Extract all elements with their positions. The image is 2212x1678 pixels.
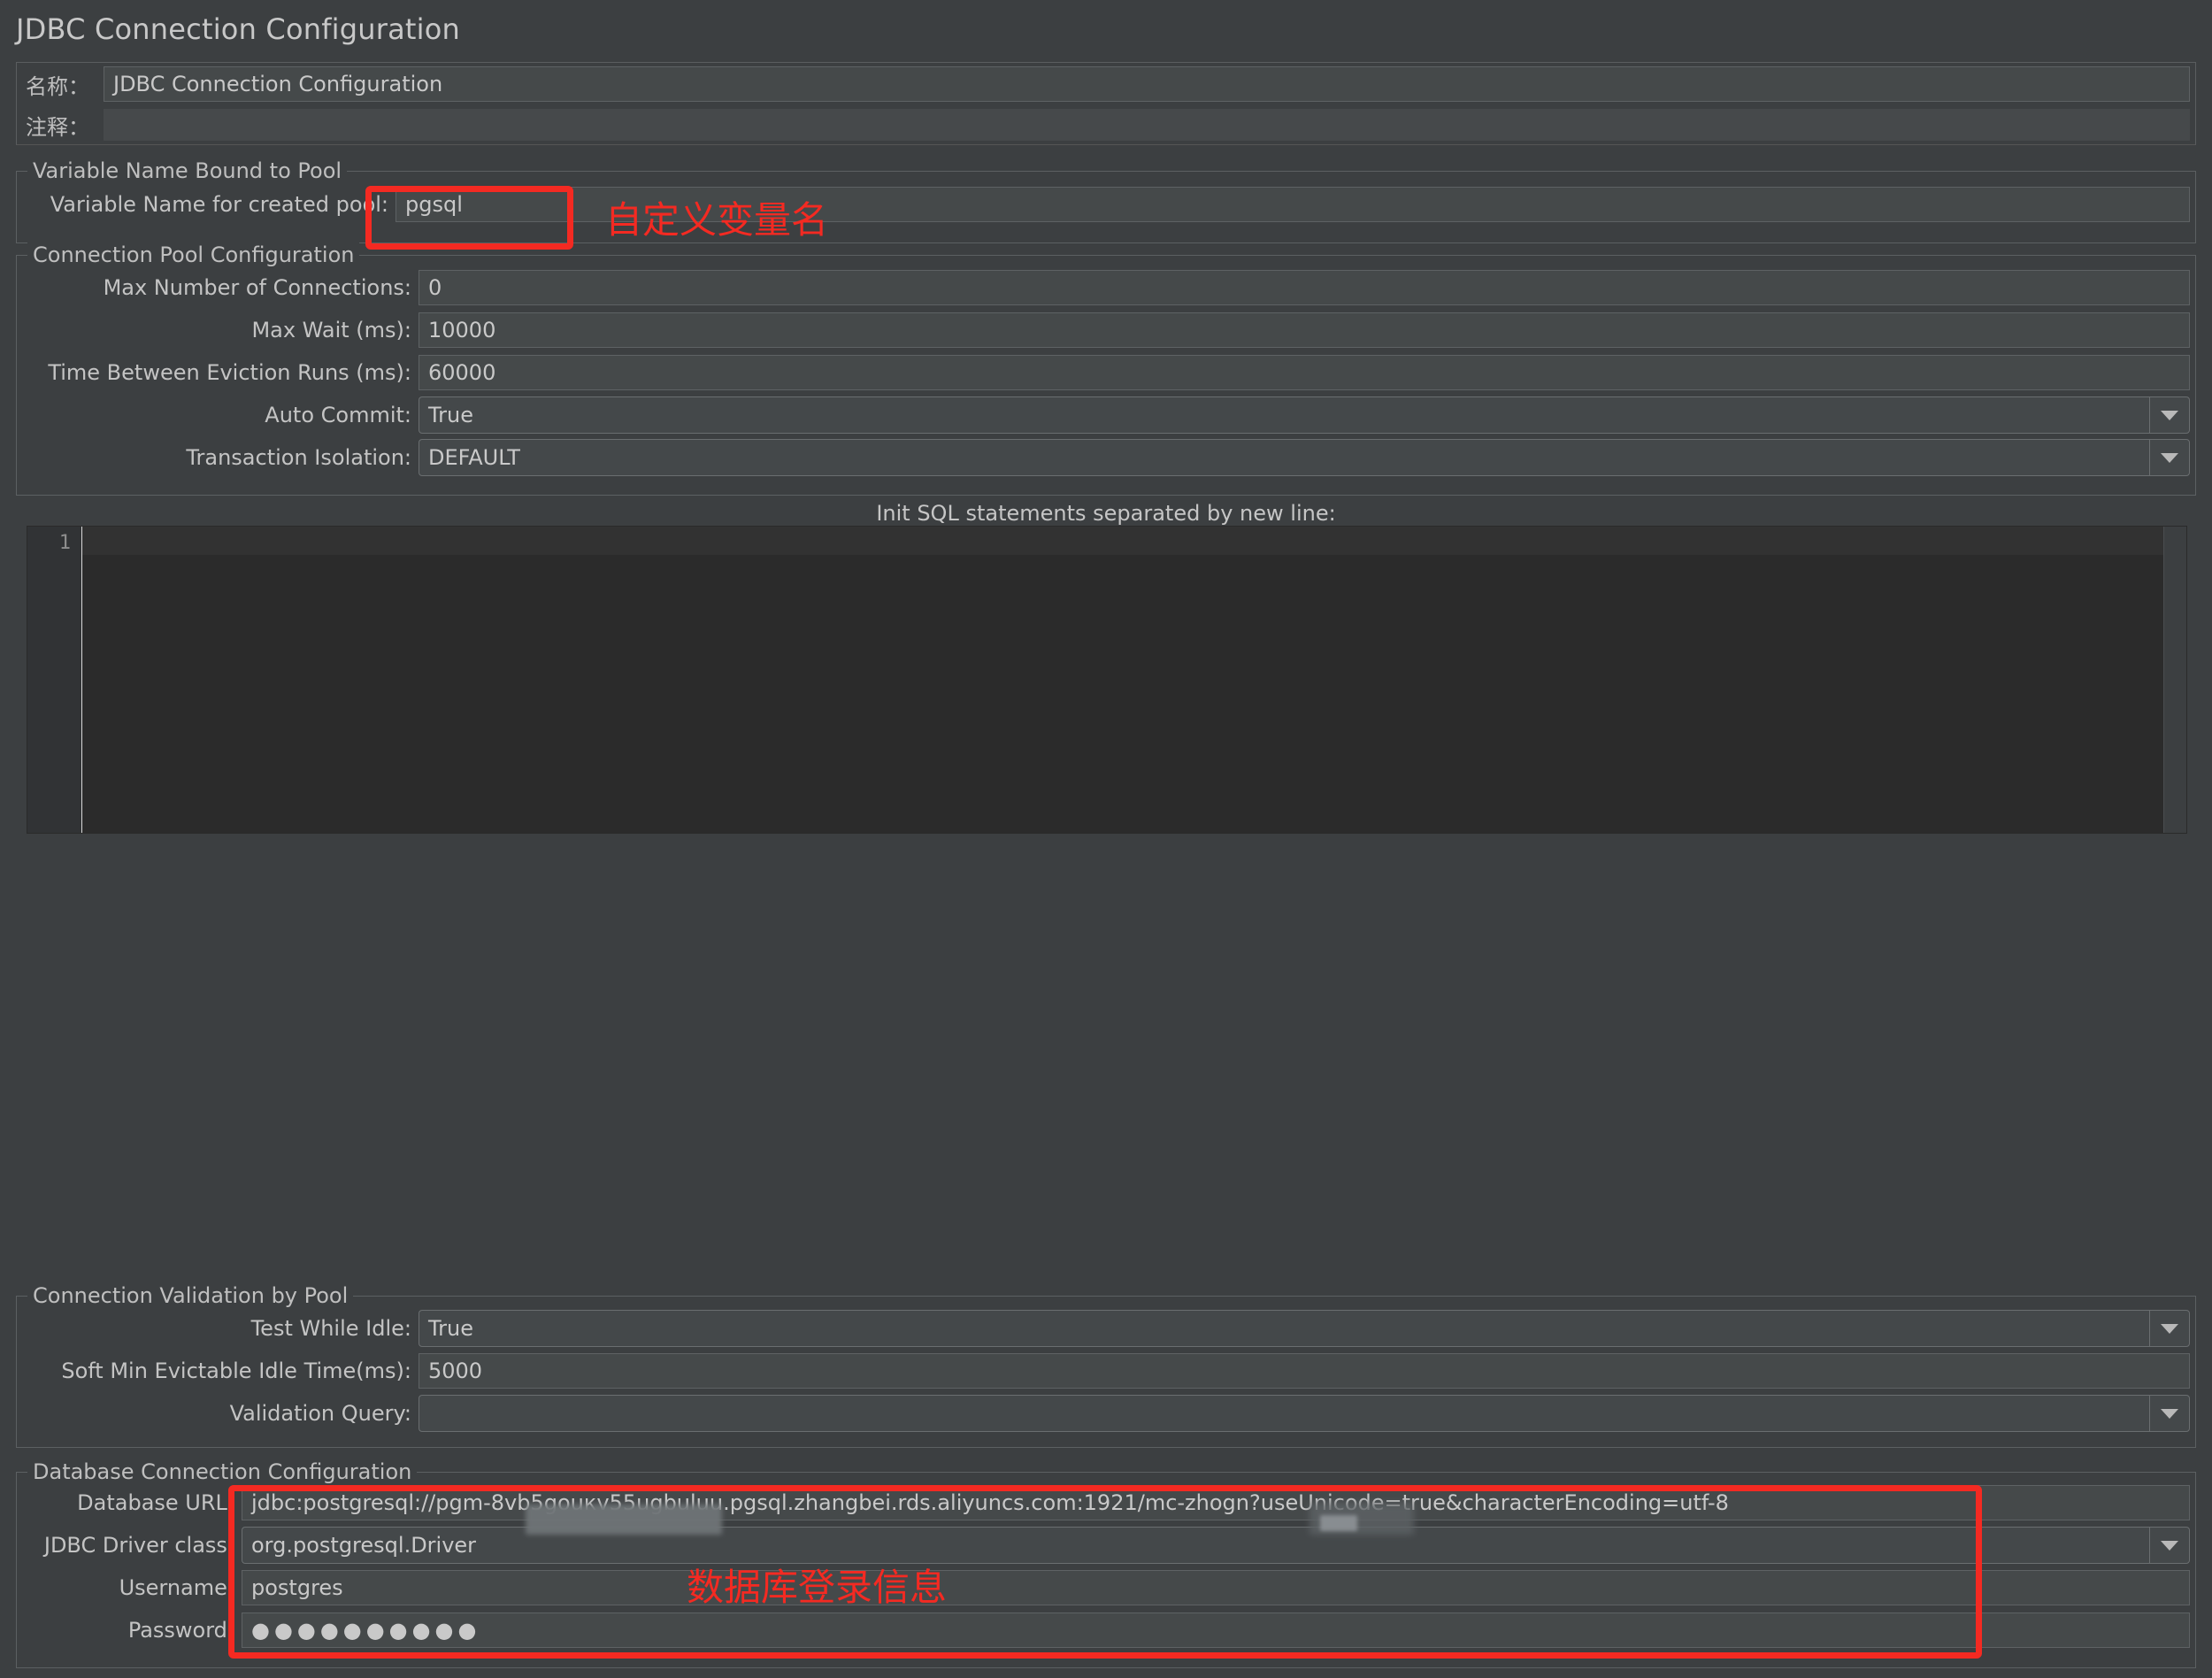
- database-url-label: Database URL:: [77, 1490, 234, 1515]
- max-connections-label: Max Number of Connections:: [103, 275, 411, 300]
- validation-query-combo[interactable]: [419, 1395, 2190, 1432]
- init-sql-editor[interactable]: 1: [27, 526, 2187, 834]
- eviction-runs-row: Time Between Eviction Runs (ms): 60000: [17, 351, 2195, 394]
- transaction-isolation-value: DEFAULT: [419, 439, 2149, 476]
- transaction-isolation-label: Transaction Isolation:: [186, 445, 411, 470]
- variable-name-group: Variable Name Bound to Pool Variable Nam…: [16, 158, 2196, 243]
- password-label: Password:: [127, 1618, 234, 1643]
- validation-query-row: Validation Query:: [17, 1392, 2195, 1435]
- test-while-idle-label: Test While Idle:: [250, 1316, 411, 1341]
- database-url-suffix: n?useUnicode=true&characterEncoding=utf-…: [1235, 1490, 1729, 1515]
- password-input[interactable]: ●●●●●●●●●●: [242, 1613, 2190, 1648]
- max-wait-row: Max Wait (ms): 10000: [17, 309, 2195, 351]
- database-url-blurred-1: ouкv55ugbuluu: [557, 1490, 724, 1515]
- connection-pool-group-title: Connection Pool Configuration: [27, 242, 360, 267]
- jdbc-driver-value: org.postgresql.Driver: [242, 1527, 2149, 1564]
- max-wait-label: Max Wait (ms):: [251, 318, 411, 343]
- name-label: 名称：: [26, 73, 89, 99]
- validation-query-dropdown-button[interactable]: [2149, 1395, 2190, 1432]
- init-sql-label: Init SQL statements separated by new lin…: [876, 501, 1336, 526]
- max-connections-row: Max Number of Connections: 0: [17, 266, 2195, 309]
- soft-min-evictable-input[interactable]: 5000: [419, 1353, 2190, 1389]
- soft-min-evictable-row: Soft Min Evictable Idle Time(ms): 5000: [17, 1350, 2195, 1392]
- soft-min-evictable-label: Soft Min Evictable Idle Time(ms):: [61, 1359, 411, 1383]
- database-url-prefix: jdbc:postgresql://pgm-8vb5g: [251, 1490, 557, 1515]
- max-wait-input[interactable]: 10000: [419, 312, 2190, 348]
- username-input[interactable]: postgres: [242, 1570, 2190, 1605]
- password-row: Password: ●●●●●●●●●●: [17, 1609, 2195, 1651]
- chevron-down-icon: [2161, 1323, 2178, 1334]
- test-while-idle-combo[interactable]: True: [419, 1310, 2190, 1347]
- database-url-mid: .pgsql.zhangbei.rds.aliyuncs.com:1921/mc…: [723, 1490, 1223, 1515]
- database-login-annotation-text: 数据库登录信息: [687, 1566, 948, 1609]
- chevron-down-icon: [2161, 452, 2178, 463]
- eviction-runs-label: Time Between Eviction Runs (ms):: [48, 360, 411, 385]
- chevron-down-icon: [2161, 1540, 2178, 1551]
- max-connections-input[interactable]: 0: [419, 270, 2190, 305]
- jdbc-driver-label: JDBC Driver class:: [43, 1533, 234, 1558]
- jdbc-driver-row: JDBC Driver class: org.postgresql.Driver: [17, 1524, 2195, 1566]
- name-input[interactable]: JDBC Connection Configuration: [104, 66, 2190, 102]
- transaction-isolation-combo[interactable]: DEFAULT: [419, 439, 2190, 476]
- transaction-isolation-row: Transaction Isolation: DEFAULT: [17, 436, 2195, 479]
- comment-input[interactable]: [104, 109, 2190, 141]
- comment-row: 注释：: [17, 105, 2195, 144]
- validation-query-value: [419, 1395, 2149, 1432]
- variable-name-annotation-text: 自定义变量名: [605, 198, 829, 242]
- jdbc-driver-combo[interactable]: org.postgresql.Driver: [242, 1527, 2190, 1564]
- jdbc-driver-dropdown-button[interactable]: [2149, 1527, 2190, 1564]
- chevron-down-icon: [2161, 1408, 2178, 1419]
- username-label: Username:: [119, 1575, 234, 1600]
- database-url-blurred-2: g: [1222, 1490, 1236, 1515]
- transaction-isolation-dropdown-button[interactable]: [2149, 439, 2190, 476]
- name-row: 名称： JDBC Connection Configuration: [17, 63, 2195, 105]
- auto-commit-dropdown-button[interactable]: [2149, 396, 2190, 434]
- auto-commit-value: True: [419, 396, 2149, 434]
- database-url-input[interactable]: jdbc:postgresql://pgm-8vb5g ouкv55ugbuluu…: [242, 1485, 2190, 1520]
- username-row: Username: postgres: [17, 1566, 2195, 1609]
- auto-commit-label: Auto Commit:: [265, 403, 411, 427]
- test-while-idle-value: True: [419, 1310, 2149, 1347]
- connection-validation-group: Connection Validation by Pool Test While…: [16, 1283, 2196, 1448]
- init-sql-textarea[interactable]: [82, 527, 2163, 833]
- connection-pool-group: Connection Pool Configuration Max Number…: [16, 242, 2196, 496]
- validation-query-label: Validation Query:: [229, 1401, 411, 1426]
- database-connection-group-title: Database Connection Configuration: [27, 1459, 418, 1484]
- page-title: JDBC Connection Configuration: [16, 12, 461, 46]
- auto-commit-combo[interactable]: True: [419, 396, 2190, 434]
- database-url-row: Database URL: jdbc:postgresql://pgm-8vb5…: [17, 1482, 2195, 1524]
- init-sql-scrollbar[interactable]: [2163, 527, 2186, 833]
- eviction-runs-input[interactable]: 60000: [419, 355, 2190, 390]
- test-while-idle-dropdown-button[interactable]: [2149, 1310, 2190, 1347]
- pool-variable-label: Variable Name for created pool:: [50, 192, 388, 217]
- init-sql-current-line-highlight: [82, 527, 2163, 555]
- element-header-block: 名称： JDBC Connection Configuration 注释：: [16, 62, 2196, 145]
- variable-name-group-title: Variable Name Bound to Pool: [27, 158, 348, 183]
- database-connection-group: Database Connection Configuration Databa…: [16, 1459, 2196, 1668]
- chevron-down-icon: [2161, 410, 2178, 420]
- test-while-idle-row: Test While Idle: True: [17, 1307, 2195, 1350]
- auto-commit-row: Auto Commit: True: [17, 394, 2195, 436]
- init-sql-line-numbers: 1: [27, 527, 82, 833]
- comment-label: 注释：: [26, 114, 89, 140]
- connection-validation-group-title: Connection Validation by Pool: [27, 1283, 354, 1308]
